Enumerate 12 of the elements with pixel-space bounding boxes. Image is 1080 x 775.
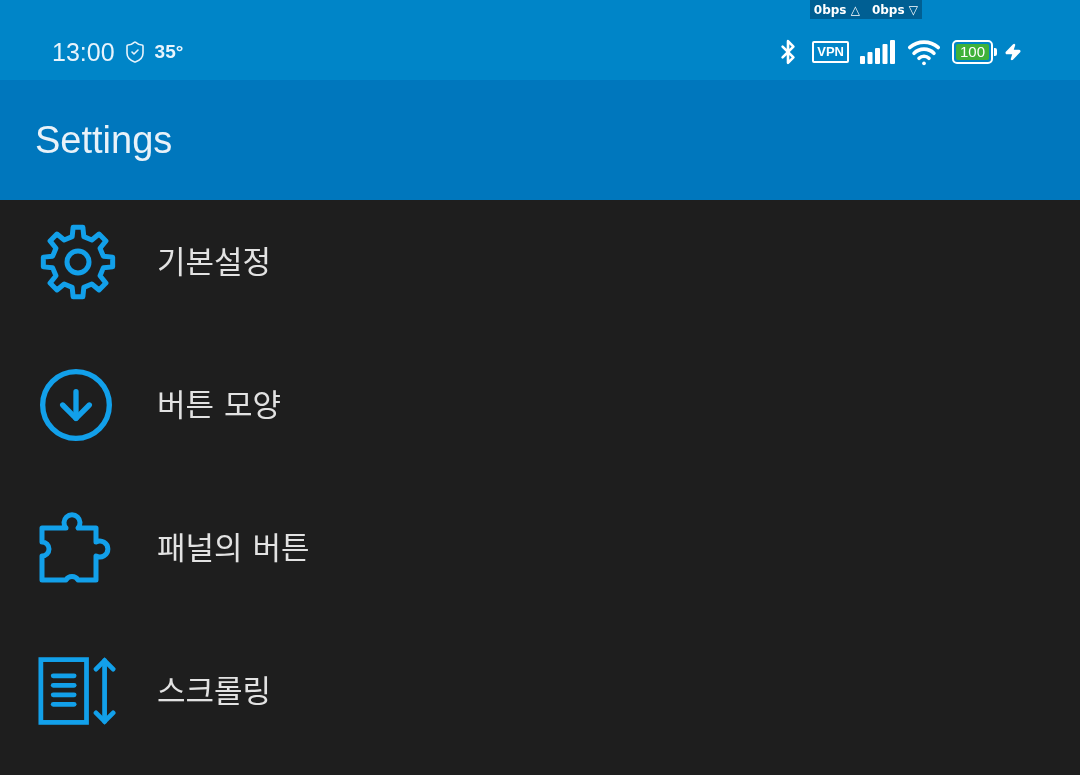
vpn-indicator: VPN — [812, 41, 849, 63]
gear-icon — [40, 224, 116, 300]
charging-bolt-icon — [1004, 43, 1022, 61]
puzzle-icon — [39, 512, 113, 584]
battery-percentage: 100 — [955, 44, 989, 60]
signal-icon — [859, 40, 896, 64]
temperature: 35° — [154, 41, 184, 63]
upload-speed: 0bps △ — [813, 2, 860, 17]
page-title: Settings — [35, 118, 173, 162]
clock-time: 13:00 — [52, 37, 115, 67]
download-speed: 0bps ▽ — [871, 2, 918, 17]
document-scroll-icon — [38, 655, 116, 727]
